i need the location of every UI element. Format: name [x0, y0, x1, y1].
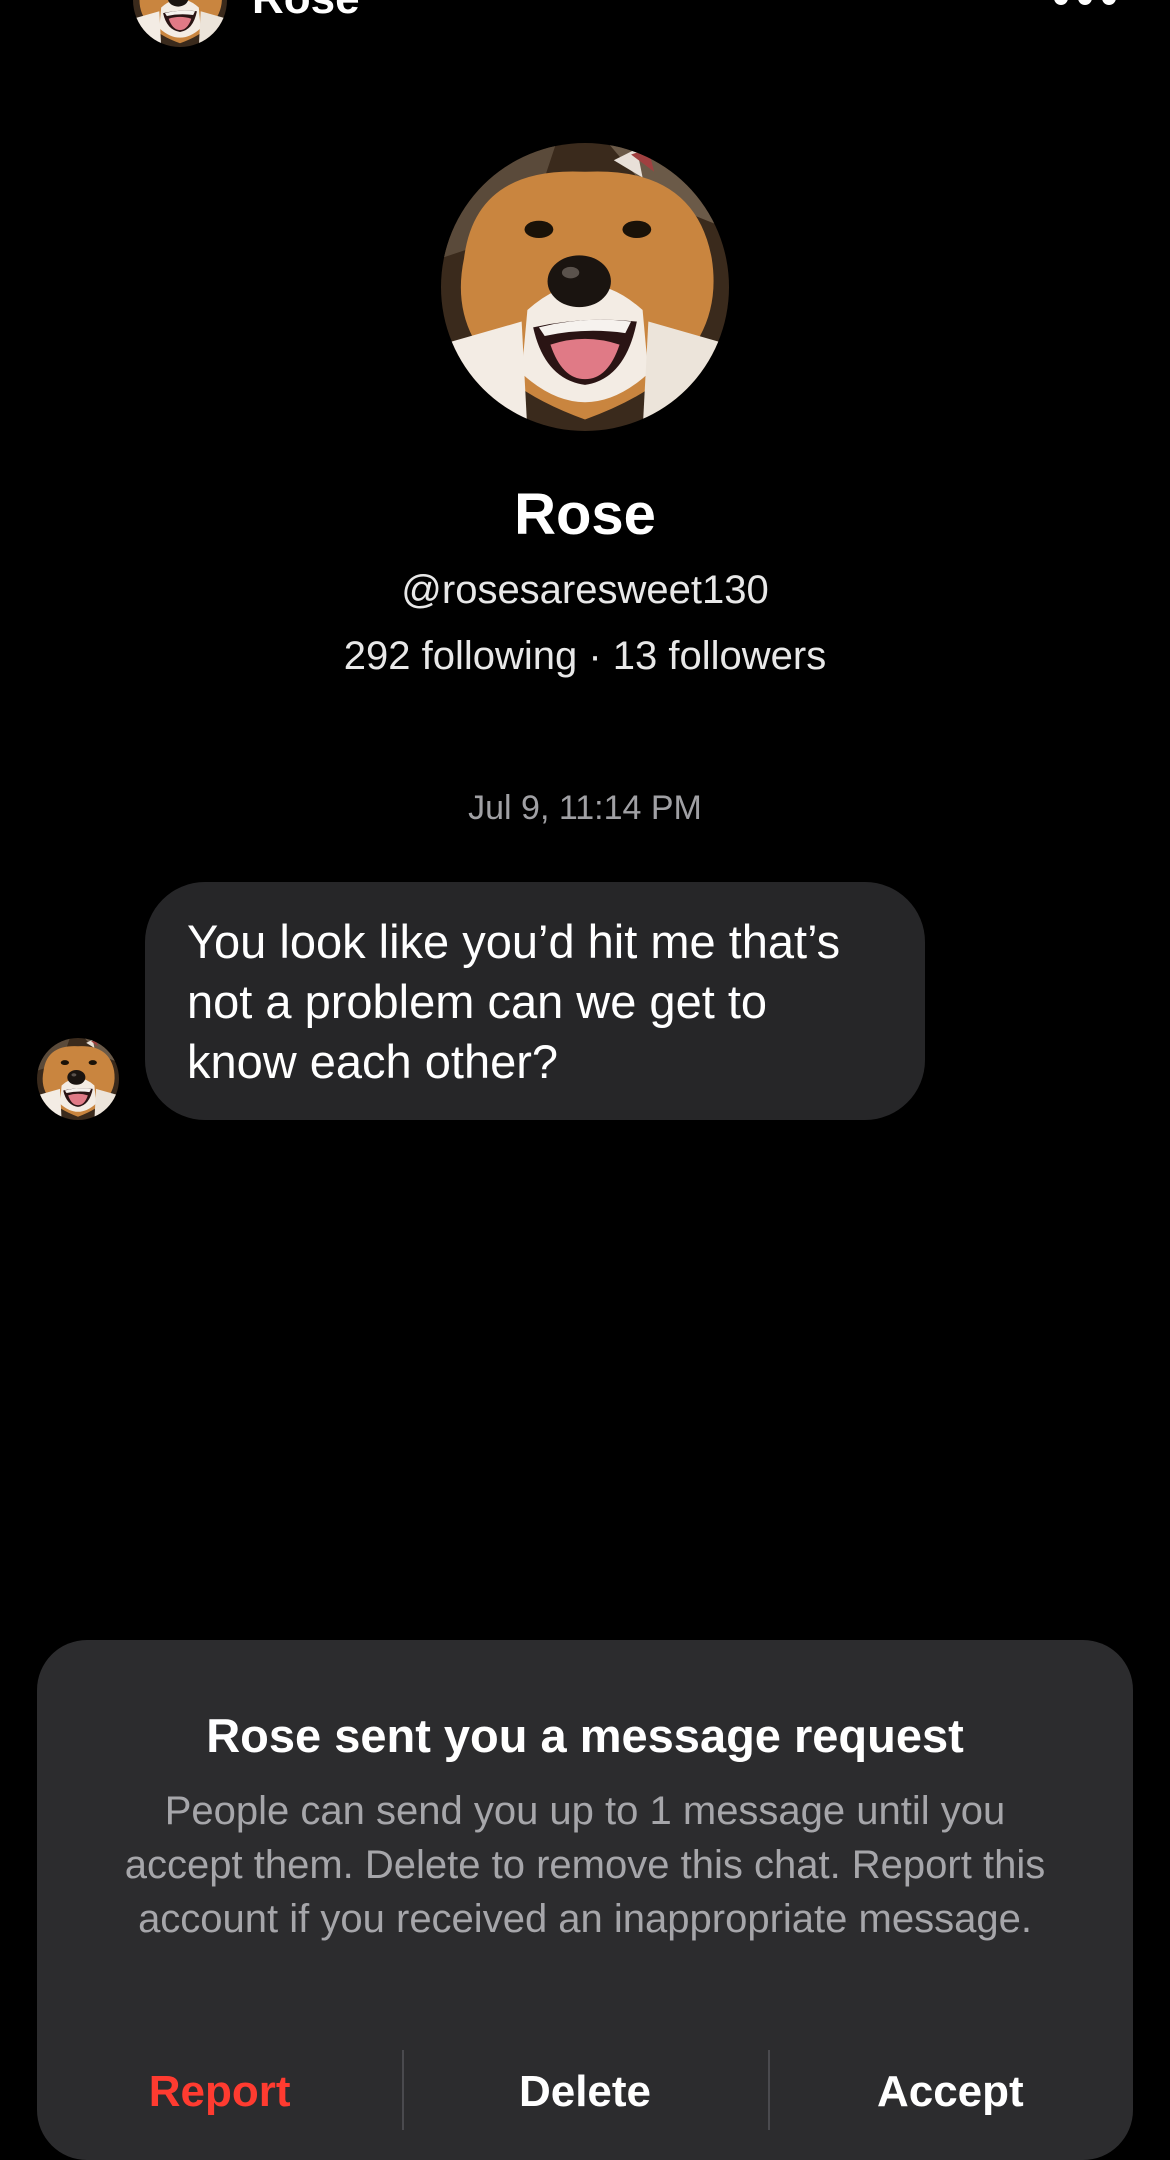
header-title[interactable]: Rose [252, 0, 360, 24]
request-actions: Report Delete Accept [37, 2050, 1133, 2150]
delete-label: Delete [518, 2067, 652, 2116]
message-timestamp: Jul 9, 11:14 PM [468, 789, 702, 827]
divider [402, 2050, 405, 2130]
profile-handle: @rosesaresweet130 [401, 568, 769, 612]
delete-button[interactable]: Delete [402, 2050, 767, 2150]
more-options-button[interactable] [1054, 0, 1116, 10]
message-bubble[interactable]: You look like you’d hit me that’s not a … [145, 882, 925, 1120]
message-text: You look like you’d hit me that’s not a … [187, 915, 841, 1088]
chevron-left-icon [40, 0, 100, 30]
request-description: People can send you up to 1 message unti… [124, 1789, 1046, 1941]
message-request-sheet: Rose sent you a message request People c… [37, 1640, 1133, 2160]
back-button[interactable] [40, 0, 100, 30]
profile-stats: 292 following · 13 followers [343, 634, 827, 678]
accept-label: Accept [876, 2067, 1024, 2116]
request-title: Rose sent you a message request [206, 1709, 964, 1762]
profile-name: Rose [514, 482, 656, 547]
sender-avatar[interactable] [37, 1038, 119, 1120]
profile-avatar[interactable] [441, 143, 729, 431]
report-button[interactable]: Report [37, 2050, 402, 2150]
header-avatar[interactable] [133, 0, 227, 47]
ellipsis-icon [1054, 0, 1068, 5]
divider [767, 2050, 770, 2130]
accept-button[interactable]: Accept [767, 2050, 1133, 2150]
